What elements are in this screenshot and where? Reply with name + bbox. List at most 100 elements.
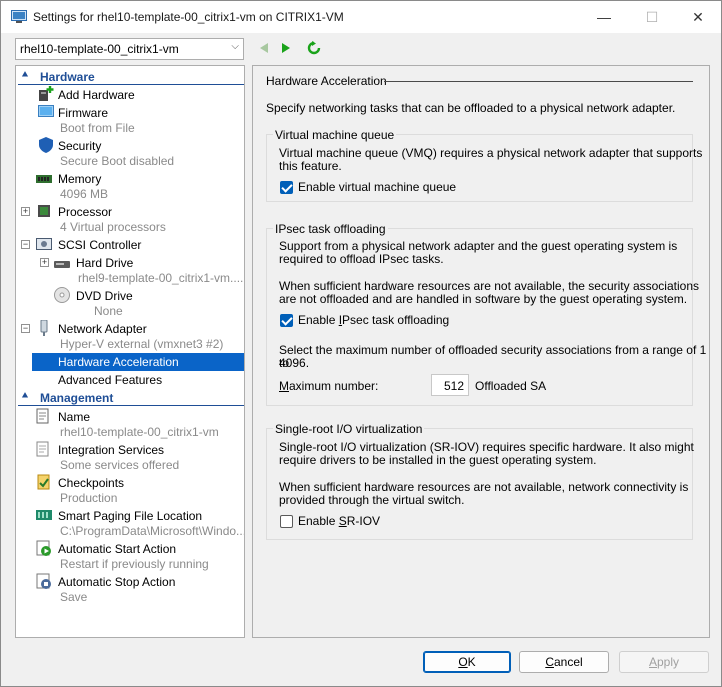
panel-intro: Specify networking tasks that can be off… <box>266 101 676 115</box>
tree-item-label: Hard Drive <box>76 256 134 270</box>
sriov-group-title: Single-root I/O virtualization <box>273 422 425 436</box>
tree-item-detail: C:\ProgramData\Microsoft\Windo... <box>60 524 245 538</box>
shield-icon <box>39 137 53 153</box>
collapse-icon[interactable]: − <box>21 240 30 249</box>
tree-item-detail: Secure Boot disabled <box>60 154 175 168</box>
sriov-checkbox-label[interactable]: Enable SR-IOV <box>298 515 380 528</box>
chevron-down-icon: ⌵ <box>231 41 239 52</box>
tree-item-detail: Boot from File <box>60 121 135 135</box>
checkpoints-icon <box>37 474 50 490</box>
vmq-group-title: Virtual machine queue <box>273 128 397 142</box>
tree-item-detail: 4096 MB <box>60 187 109 201</box>
hyperv-settings-icon <box>11 10 27 23</box>
max-number-label: Maximum number: <box>279 380 378 393</box>
apply-button[interactable]: Apply <box>619 651 709 673</box>
settings-tree: ⯅ Hardware Add Hardware Firmware Boot fr… <box>15 65 245 638</box>
max-number-unit: Offloaded SA <box>475 379 547 393</box>
tree-item-label: Name <box>58 410 91 424</box>
automatic-start-icon <box>36 540 51 556</box>
hardware-header-label: Hardware <box>40 70 95 84</box>
cancel-accesskey: C <box>545 655 554 669</box>
tree-item-detail: 4 Virtual processors <box>60 220 166 234</box>
tree-item-label: Processor <box>58 205 113 219</box>
forward-arrow-icon[interactable] <box>279 41 293 55</box>
network-adapter-icon <box>40 320 48 336</box>
close-button[interactable]: ✕ <box>675 1 721 33</box>
hardware-section-header[interactable]: ⯅ Hardware <box>18 69 244 85</box>
ok-label-rest: K <box>467 655 476 669</box>
tree-item-detail: Save <box>60 590 88 604</box>
vm-select-dropdown[interactable]: rhel10-template-00_citrix1-vm ⌵ <box>15 38 244 60</box>
management-header-label: Management <box>40 391 114 405</box>
vmq-checkbox[interactable] <box>280 181 293 194</box>
sriov-label-prefix: Enable <box>298 514 339 528</box>
cancel-button[interactable]: Cancel <box>519 651 609 673</box>
processor-icon <box>38 205 50 217</box>
automatic-stop-icon <box>36 573 51 589</box>
window-title: Settings for rhel10-template-00_citrix1-… <box>33 10 344 24</box>
max-label-rest: aximum number: <box>289 379 379 393</box>
tree-item-label: Add Hardware <box>58 88 135 102</box>
sriov-desc2-line2: provided through the virtual switch. <box>279 493 465 507</box>
ipsec-label-prefix: Enable <box>298 313 339 327</box>
max-number-input[interactable]: 512 <box>431 374 469 396</box>
tree-item-detail: Restart if previously running <box>60 557 209 571</box>
hard-drive-icon <box>54 261 70 268</box>
tree-item-label: Hardware Acceleration <box>58 355 179 369</box>
vmq-checkbox-label[interactable]: Enable virtual machine queue <box>298 181 456 194</box>
ok-button[interactable]: OK <box>423 651 511 673</box>
settings-window: Settings for rhel10-template-00_citrix1-… <box>0 0 722 687</box>
tree-item-label: DVD Drive <box>76 289 133 303</box>
collapse-up-icon: ⯅ <box>21 70 29 81</box>
ipsec-desc1-line2: required to offload IPsec tasks. <box>279 252 444 266</box>
maximize-button[interactable]: ☐ <box>629 1 675 33</box>
tree-item-label: Integration Services <box>58 443 165 457</box>
tree-item-detail: None <box>94 304 123 318</box>
smart-paging-icon <box>36 510 52 520</box>
name-icon <box>36 408 49 424</box>
sriov-label-accesskey: S <box>338 514 347 528</box>
memory-icon <box>36 175 52 183</box>
max-label-accesskey: M <box>279 379 289 393</box>
vmq-desc-line2: this feature. <box>279 159 342 173</box>
ipsec-group-title: IPsec task offloading <box>273 222 388 236</box>
ipsec-desc2-line2: are not offloaded and are handled in sof… <box>279 292 688 306</box>
tree-item-detail: Some services offered <box>60 458 180 472</box>
refresh-icon[interactable] <box>307 41 321 55</box>
title-bar: Settings for rhel10-template-00_citrix1-… <box>1 1 721 33</box>
minimize-button[interactable]: — <box>581 1 627 33</box>
tree-item-label: Firmware <box>58 106 108 120</box>
tree-item-detail: rhel9-template-00_citrix1-vm.... <box>78 271 244 285</box>
tree-item-label: Automatic Start Action <box>58 542 177 556</box>
title-divider <box>384 81 693 82</box>
tree-item-label: SCSI Controller <box>58 238 142 252</box>
sriov-checkbox[interactable] <box>280 515 293 528</box>
add-hardware-icon <box>39 86 54 101</box>
tree-item-detail: rhel10-template-00_citrix1-vm <box>60 425 219 439</box>
ipsec-range-line1: Select the maximum number of offloaded s… <box>279 343 707 370</box>
tree-item-label: Smart Paging File Location <box>58 509 203 523</box>
management-section-header[interactable]: ⯅ Management <box>18 390 244 406</box>
panel-title: Hardware Acceleration <box>266 74 387 88</box>
scsi-controller-icon <box>36 238 52 250</box>
tree-item-label: Advanced Features <box>58 373 163 387</box>
ipsec-checkbox[interactable] <box>280 314 293 327</box>
dvd-disc-icon <box>54 287 70 303</box>
ipsec-checkbox-label[interactable]: Enable IPsec task offloading <box>298 314 449 327</box>
collapse-up-icon: ⯅ <box>21 391 29 402</box>
tree-item-detail: Production <box>60 491 118 505</box>
tree-item-label: Security <box>58 139 102 153</box>
tree-item-hardware-acceleration[interactable]: Hardware Acceleration <box>16 353 244 371</box>
vmq-desc-line1: Virtual machine queue (VMQ) requires a p… <box>279 146 703 160</box>
collapse-icon[interactable]: − <box>21 324 30 333</box>
expand-icon[interactable]: + <box>40 258 49 267</box>
vm-select-value: rhel10-template-00_citrix1-vm <box>20 42 179 56</box>
ok-accesskey: O <box>458 655 468 669</box>
apply-label-rest: pply <box>657 655 680 669</box>
expand-icon[interactable]: + <box>21 207 30 216</box>
sriov-label-suffix: R-IOV <box>346 514 381 528</box>
hardware-acceleration-panel: Hardware Acceleration Specify networking… <box>252 65 710 638</box>
tree-item-label: Network Adapter <box>58 322 147 336</box>
tree-item-label: Memory <box>58 172 102 186</box>
back-arrow-icon[interactable] <box>257 41 271 55</box>
